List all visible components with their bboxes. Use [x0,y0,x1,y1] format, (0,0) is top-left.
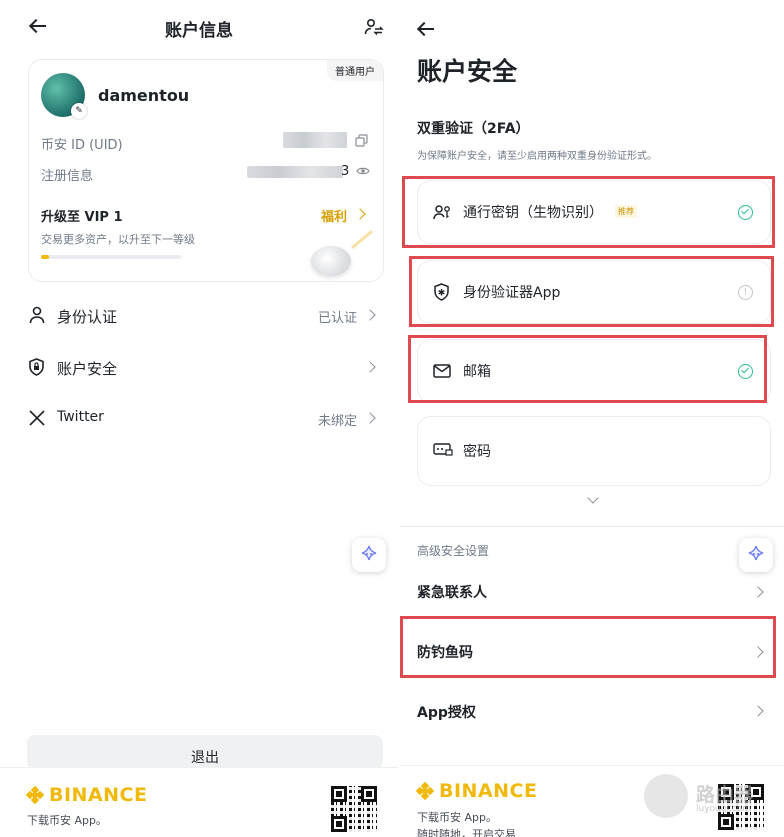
identity-chevron-icon[interactable] [364,309,376,321]
vip-progress-track [41,255,181,259]
password-label: 密码 [463,444,491,460]
vip-progress-fill [41,255,50,259]
registration-value-blurred [247,166,343,178]
logout-button[interactable]: 退出 [27,735,383,769]
sparkle-face-icon [361,545,377,561]
account-security-chevron-icon[interactable] [364,361,376,373]
avatar[interactable]: ✎ [41,73,87,119]
edit-pencil-icon[interactable]: ✎ [71,103,87,119]
ai-assistant-button[interactable] [352,538,386,572]
identity-status: 已认证 [318,311,358,326]
binance-logo: BINANCE [25,784,147,806]
eye-icon[interactable] [356,165,370,177]
twitter-chevron-icon[interactable] [364,412,376,424]
advanced-heading: 高级安全设置 [417,544,490,558]
account-security-screen: 账户安全 双重验证（2FA） 为保障账户安全，请至少启用两种双重身份验证形式。 … [400,0,784,837]
highlight-authenticator [409,256,774,327]
highlight-passkey [402,176,775,248]
menu-item-identity[interactable]: 身份认证 [57,306,117,327]
watermark-text: 路由器 [696,784,754,806]
highlight-email [408,335,767,403]
menu-item-twitter[interactable]: Twitter [57,409,104,425]
benefits-link[interactable]: 福利 [321,206,347,225]
uid-value-blurred [283,132,347,148]
vip-coin-illustration [311,246,351,276]
footer: BINANCE 下载币安 App。 [0,767,398,837]
profile-card: 普通用户 ✎ damentou 币安 ID (UID) 注册信息 3 升级至 V… [28,59,384,282]
highlight-anti-phishing [400,616,776,678]
footer: BINANCE 下载币安 App。 随时随地，开启交易 路由器 luyouqi.… [400,765,784,837]
emergency-contact-item[interactable]: 紧急联系人 [417,582,487,602]
section-divider [400,526,784,527]
binance-diamond-icon [415,781,435,801]
method-card-password[interactable]: 密码 [417,416,771,486]
vip-arrow-decoration [351,229,373,250]
menu-item-account-security[interactable]: 账户安全 [57,358,117,379]
registration-label: 注册信息 [41,169,94,184]
download-app-text: 下载币安 App。 [417,811,497,824]
footer-partial-text: 随时随地，开启交易 [417,828,516,837]
person-icon [29,306,45,324]
username: damentou [98,86,190,105]
twitter-status: 未绑定 [318,414,358,429]
binance-logo: BINANCE [415,780,537,802]
user-level-badge: 普通用户 [327,60,383,81]
back-arrow-icon[interactable] [418,23,434,35]
uid-label: 币安 ID (UID) [41,138,123,153]
benefits-chevron-icon[interactable] [354,208,366,220]
page-title: 账户安全 [417,57,518,86]
password-icon [433,443,453,456]
watermark-url: luyouqi.com [696,804,752,814]
watermark-router-icon [644,774,688,818]
tfa-description: 为保障账户安全，请至少启用两种双重身份验证形式。 [417,151,657,162]
download-qr-code [331,786,377,832]
x-logo-icon [29,410,45,426]
app-authorization-item[interactable]: App授权 [417,702,476,722]
expand-chevron-icon[interactable] [587,492,599,504]
tfa-heading: 双重验证（2FA） [417,121,530,137]
vip-description: 交易更多资产，以升至下一等级 [41,233,195,246]
ai-assistant-button[interactable] [739,538,773,572]
account-info-screen: 账户信息 普通用户 ✎ damentou 币安 ID (UID) 注册信息 3 … [0,0,398,837]
copy-icon[interactable] [355,134,368,147]
app-authorization-chevron-icon[interactable] [752,705,764,717]
binance-diamond-icon [25,785,45,805]
emergency-contact-chevron-icon[interactable] [752,586,764,598]
shield-lock-icon [29,358,44,376]
vip-upgrade-title: 升级至 VIP 1 [41,210,123,225]
switch-account-icon[interactable] [364,17,384,37]
sparkle-face-icon [748,545,764,561]
page-title: 账户信息 [165,21,233,41]
registration-value-tail: 3 [341,164,350,179]
download-app-text: 下载币安 App。 [27,814,107,827]
